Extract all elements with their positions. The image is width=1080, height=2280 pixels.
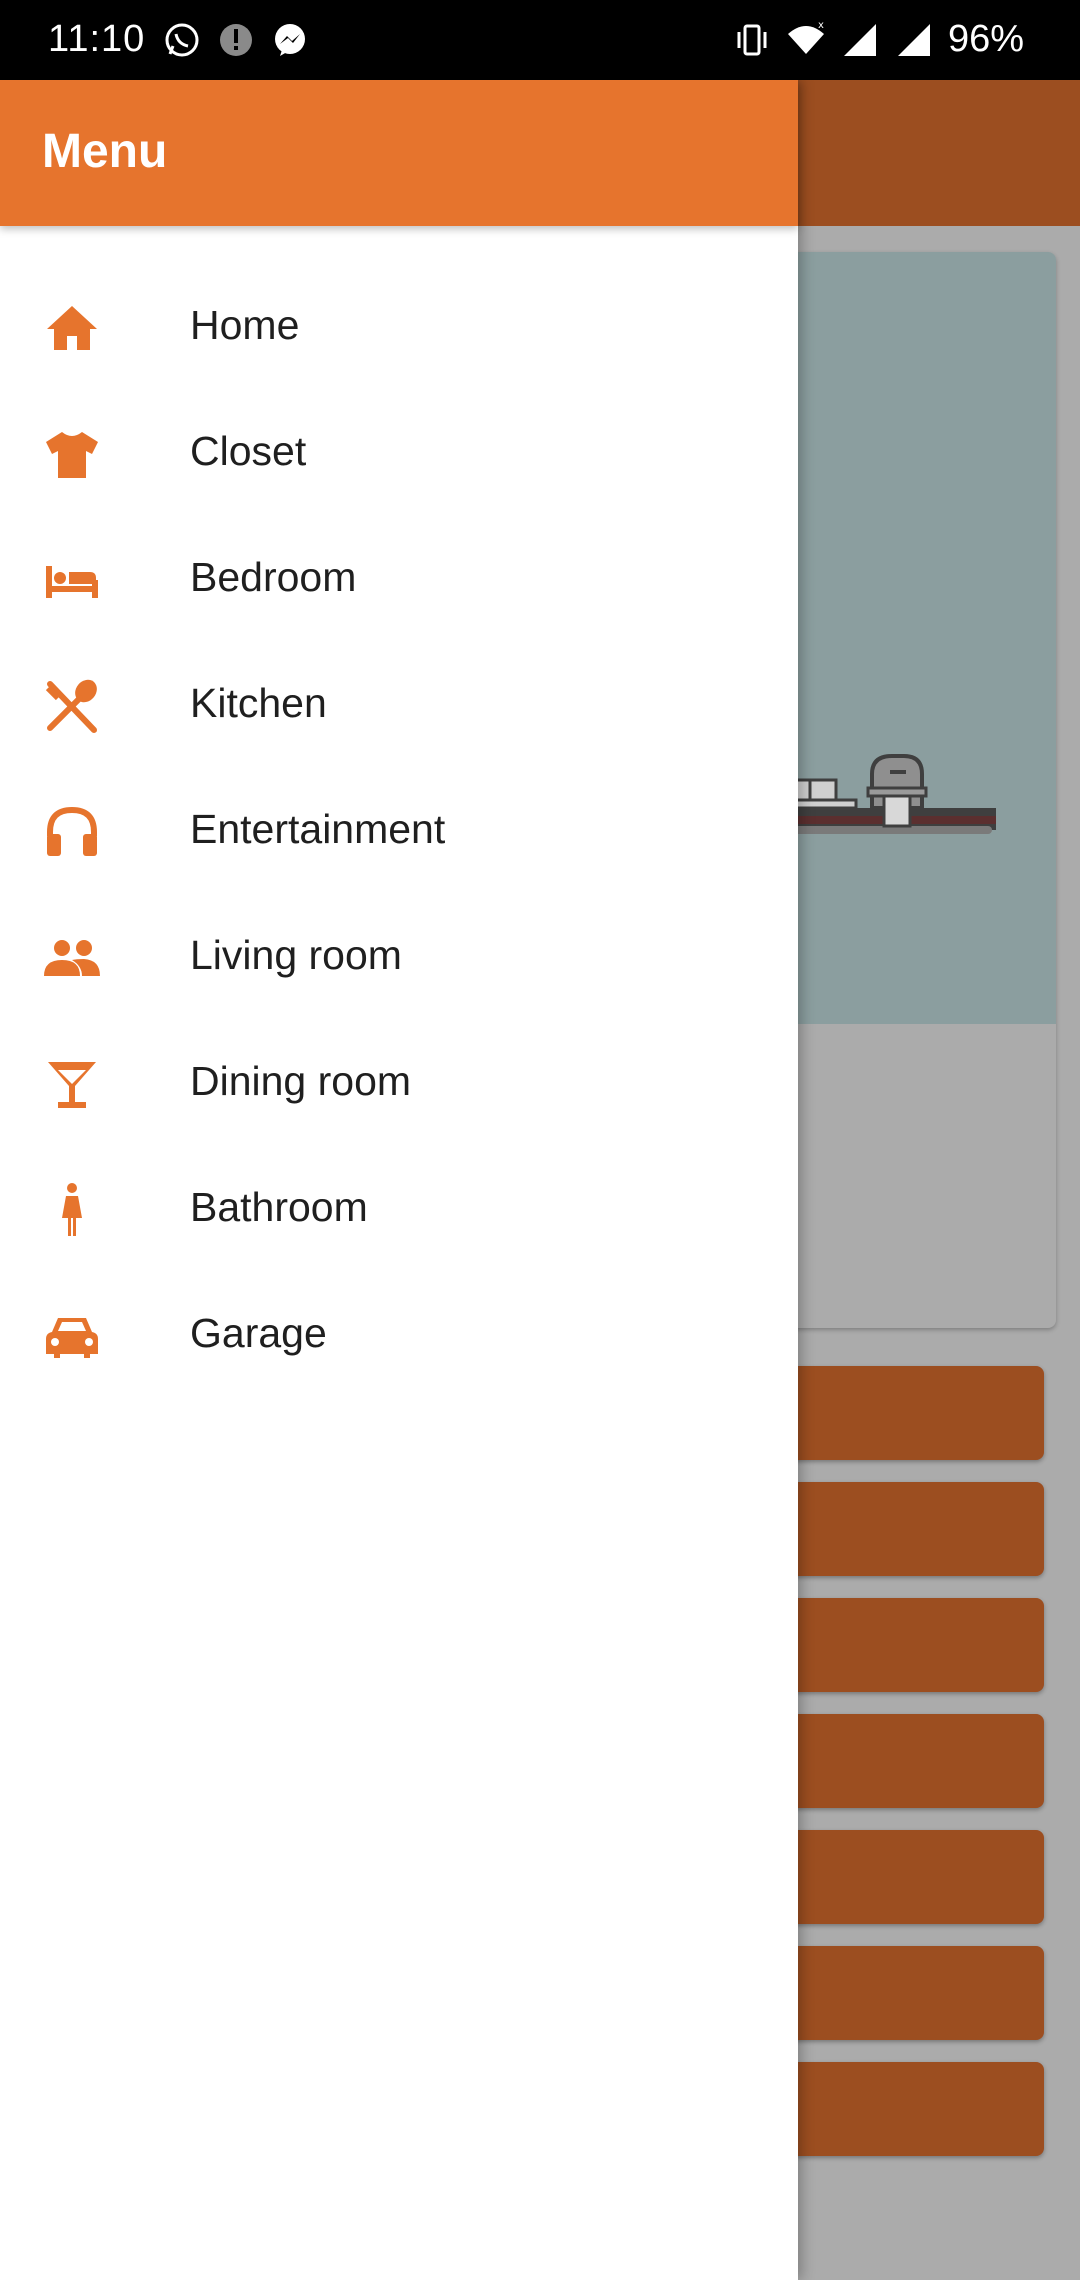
menu-item-label: Garage (190, 1310, 327, 1356)
menu-item-bathroom[interactable]: Bathroom (0, 1146, 798, 1272)
background-button[interactable] (780, 1946, 1044, 2040)
menu-item-label: Entertainment (190, 806, 446, 852)
utensils-icon (42, 676, 102, 736)
battery-level: 96% (947, 18, 1024, 60)
alert-icon (216, 20, 256, 60)
status-bar: 11:10 x 96% (0, 0, 1080, 80)
room-illustration (780, 754, 996, 834)
background-button[interactable] (780, 2062, 1044, 2156)
background-button[interactable] (780, 1830, 1044, 1924)
svg-text:x: x (818, 20, 824, 31)
menu-item-dining-room[interactable]: Dining room (0, 1020, 798, 1146)
wifi-icon: x (786, 20, 826, 60)
menu-item-label: Bedroom (190, 554, 357, 600)
background-button[interactable] (780, 1598, 1044, 1692)
people-icon (42, 928, 102, 988)
vibrate-icon (732, 20, 772, 60)
menu-item-entertainment[interactable]: Entertainment (0, 768, 798, 894)
bed-icon (42, 550, 102, 610)
messenger-icon (270, 20, 310, 60)
menu-item-closet[interactable]: Closet (0, 390, 798, 516)
menu-item-living-room[interactable]: Living room (0, 894, 798, 1020)
headphones-icon (42, 802, 102, 862)
drawer-header: Menu (0, 80, 798, 226)
menu-item-kitchen[interactable]: Kitchen (0, 642, 798, 768)
menu-item-bedroom[interactable]: Bedroom (0, 516, 798, 642)
menu-item-label: Closet (190, 428, 307, 474)
woman-icon (42, 1180, 102, 1240)
drawer-title: Menu (42, 125, 168, 178)
menu-item-home[interactable]: Home (0, 264, 798, 390)
drawer-menu: Home Closet Bedroom Kitchen Entertainmen (0, 264, 798, 1398)
menu-item-label: Dining room (190, 1058, 412, 1104)
navigation-drawer: Menu Home Closet Bedroom Kitchen Enterta… (0, 80, 798, 2280)
background-card[interactable] (780, 252, 1056, 1328)
background-button[interactable] (780, 1482, 1044, 1576)
menu-item-garage[interactable]: Garage (0, 1272, 798, 1398)
background-card-image (780, 252, 1056, 1024)
menu-item-label: Bathroom (190, 1184, 368, 1230)
menu-item-label: Living room (190, 932, 402, 978)
cocktail-icon (42, 1054, 102, 1114)
background-button[interactable] (780, 1714, 1044, 1808)
tshirt-icon (42, 424, 102, 484)
menu-item-label: Home (190, 302, 300, 348)
home-icon (42, 298, 102, 358)
status-time: 11:10 (48, 18, 146, 60)
whatsapp-icon (162, 20, 202, 60)
car-icon (42, 1306, 102, 1366)
signal-icon (840, 20, 880, 60)
signal-icon (894, 20, 934, 60)
menu-item-label: Kitchen (190, 680, 327, 726)
background-button[interactable] (780, 1366, 1044, 1460)
